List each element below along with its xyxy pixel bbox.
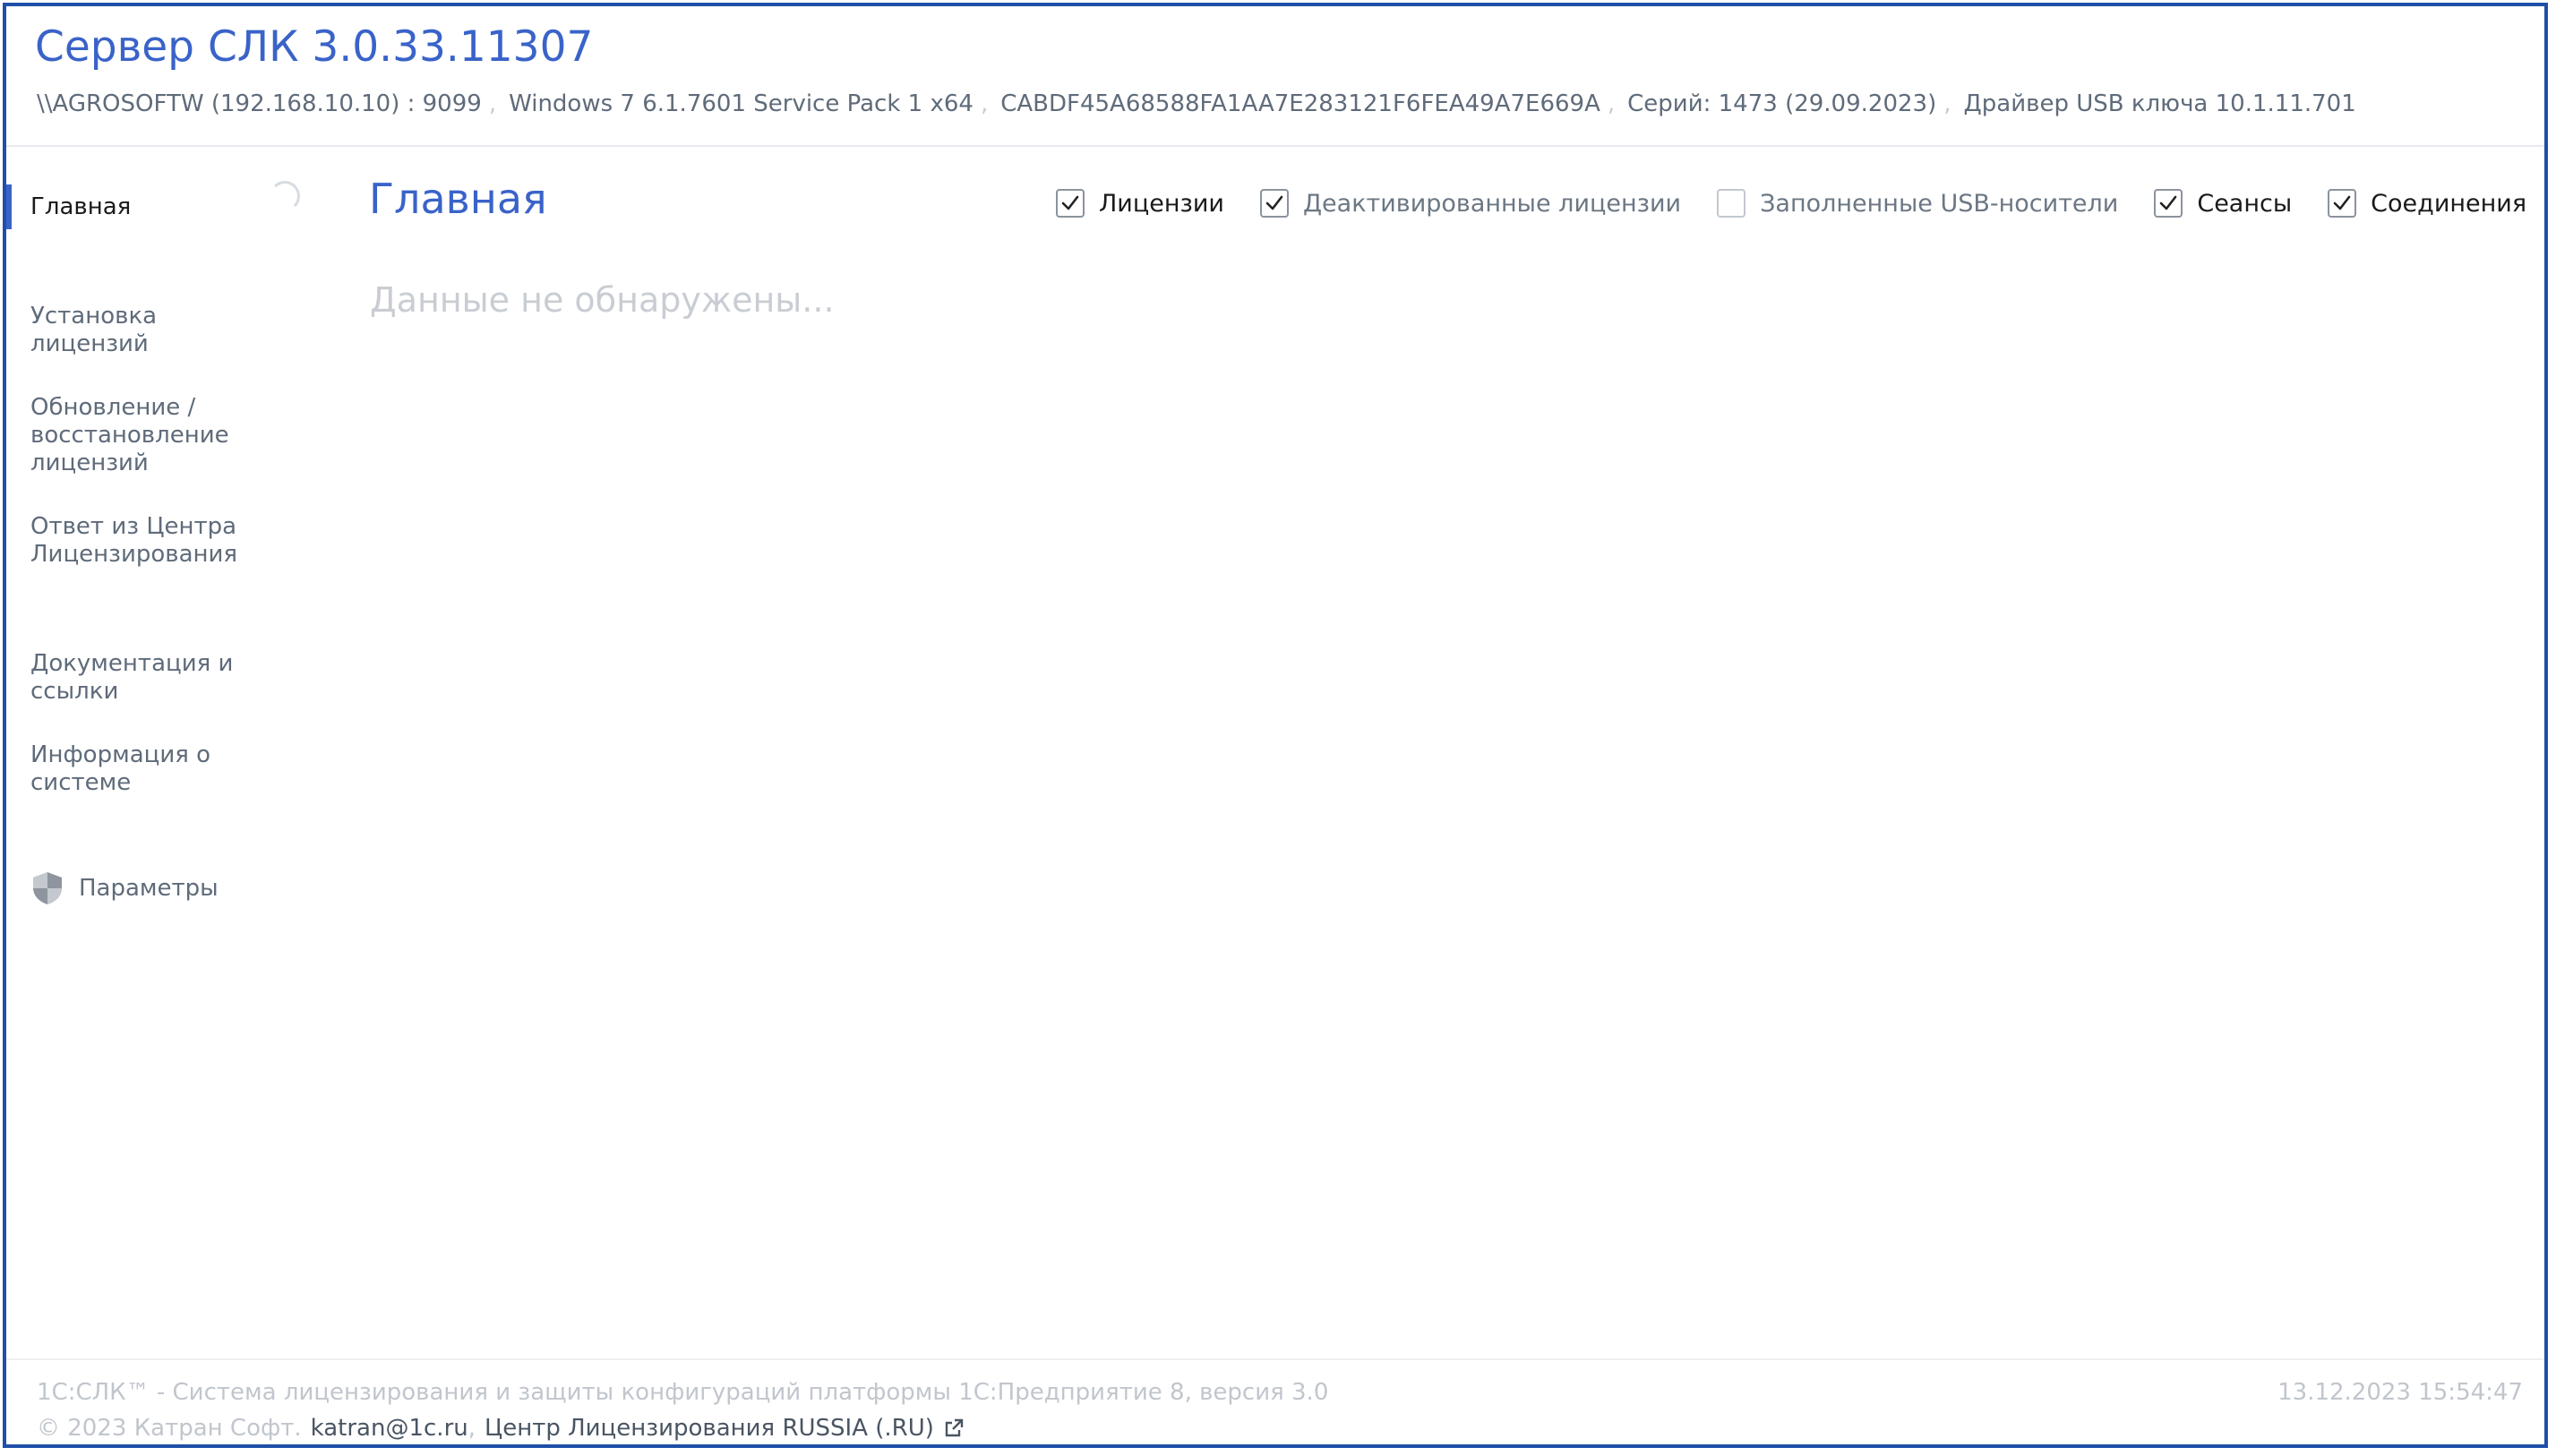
filter-label: Заполненные USB-носители	[1760, 189, 2119, 218]
server-id: CABDF45A68588FA1AA7E283121F6FEA49A7E669A	[1000, 90, 1600, 117]
sidebar-item-licensing-center-response[interactable]: Ответ из Центра Лицензирования	[30, 513, 263, 569]
footer-product-text: 1С:СЛК™ - Система лицензирования и защит…	[37, 1379, 1329, 1406]
app-title: Сервер СЛК 3.0.33.11307	[35, 22, 594, 72]
parameters-label: Параметры	[79, 875, 219, 902]
sidebar-item-install-licenses[interactable]: Установка лицензий	[30, 303, 263, 358]
licensing-center-link[interactable]: Центр Лицензирования RUSSIA (.RU)	[485, 1415, 934, 1442]
empty-state-text: Данные не обнаружены...	[370, 280, 835, 320]
separator: ,	[1607, 90, 1616, 117]
copyright-text: © 2023 Катран Софт.	[37, 1415, 302, 1442]
separator: ,	[980, 90, 989, 117]
active-indicator	[6, 184, 12, 229]
separator: ,	[488, 90, 497, 117]
server-host: \\AGROSOFTW (192.168.10.10) : 9099	[37, 90, 482, 117]
sidebar-item-parameters[interactable]: Параметры	[30, 870, 219, 906]
server-driver: Драйвер USB ключа 10.1.11.701	[1963, 90, 2356, 117]
footer-links: © 2023 Катран Софт. katran@1c.ru, Центр …	[37, 1415, 965, 1442]
deactivated-licenses-checkbox[interactable]	[1259, 189, 1289, 218]
checkmark-icon	[1265, 195, 1283, 210]
header-divider	[6, 145, 2544, 147]
filter-deactivated-licenses[interactable]: Деактивированные лицензии	[1259, 189, 1682, 218]
filter-label: Соединения	[2371, 189, 2527, 218]
external-link-icon[interactable]	[943, 1417, 965, 1439]
server-os: Windows 7 6.1.7601 Service Pack 1 x64	[509, 90, 974, 117]
shield-icon	[33, 872, 62, 904]
checkmark-icon	[1061, 195, 1079, 210]
checkmark-icon	[2160, 195, 2177, 210]
full-usb-media-checkbox[interactable]	[1717, 189, 1746, 218]
sidebar-item-update-restore-licenses[interactable]: Обновление / восстановление лицензий	[30, 394, 263, 477]
filter-full-usb-media[interactable]: Заполненные USB-носители	[1717, 189, 2118, 218]
app-frame: Сервер СЛК 3.0.33.11307 \\AGROSOFTW (192…	[3, 3, 2548, 1448]
separator: ,	[1943, 90, 1951, 117]
connections-checkbox[interactable]	[2328, 189, 2357, 218]
sessions-checkbox[interactable]	[2154, 189, 2183, 218]
page-title: Главная	[369, 175, 547, 223]
email-link[interactable]: katran@1c.ru	[311, 1415, 468, 1442]
server-series: Серий: 1473 (29.09.2023)	[1627, 90, 1937, 117]
filter-connections[interactable]: Соединения	[2328, 189, 2526, 218]
filter-sessions[interactable]: Сеансы	[2154, 189, 2292, 218]
footer-divider	[6, 1358, 2544, 1360]
sidebar-item-home[interactable]: Главная	[30, 193, 263, 221]
filter-label: Лицензии	[1099, 189, 1224, 218]
footer-timestamp: 13.12.2023 15:54:47	[2277, 1379, 2523, 1406]
server-info: \\AGROSOFTW (192.168.10.10) : 9099, Wind…	[37, 90, 2356, 117]
filter-label: Деактивированные лицензии	[1302, 189, 1682, 218]
filter-licenses[interactable]: Лицензии	[1056, 189, 1224, 218]
sidebar-item-documentation[interactable]: Документация и ссылки	[30, 650, 263, 706]
footer-comma: ,	[467, 1415, 476, 1442]
sidebar-item-system-info[interactable]: Информация о системе	[30, 741, 263, 797]
licenses-checkbox[interactable]	[1056, 189, 1085, 218]
checkmark-icon	[2333, 195, 2351, 210]
filter-bar: Лицензии Деактивированные лицензии Запол…	[1056, 189, 2526, 218]
filter-label: Сеансы	[2197, 189, 2293, 218]
loading-spinner-icon	[270, 181, 300, 211]
